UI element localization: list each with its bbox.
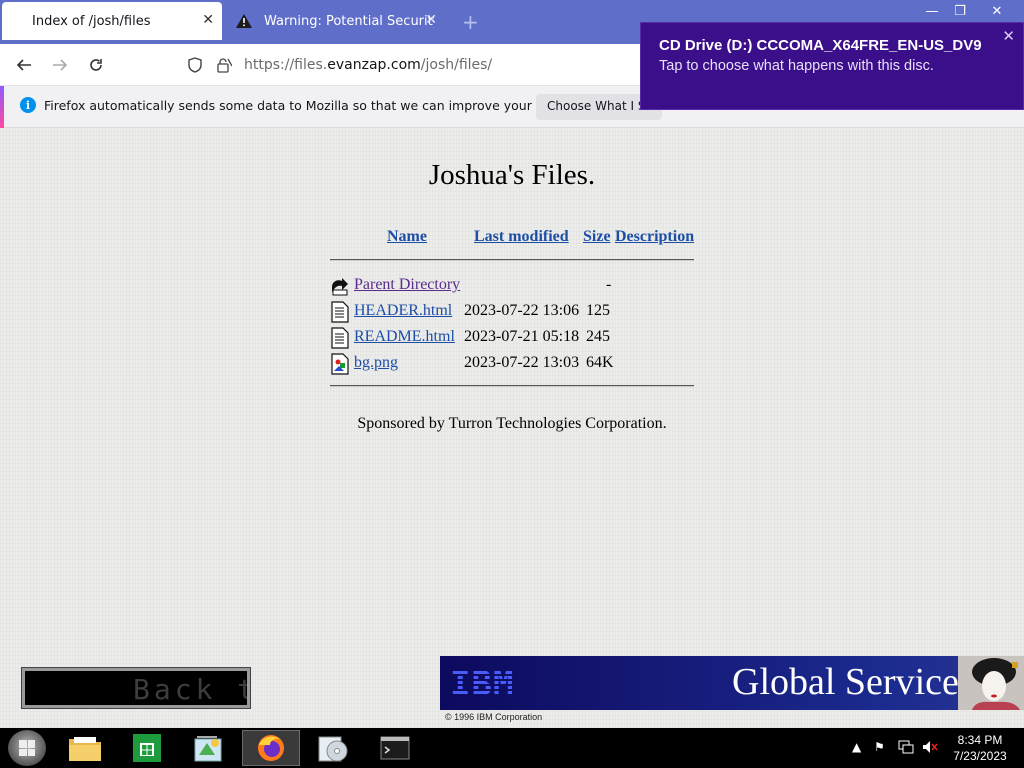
clock-date: 7/23/2023: [953, 749, 1007, 763]
file-date: 2023-07-21 05:18: [464, 328, 580, 345]
geisha-portrait-icon: [958, 656, 1024, 710]
forward-arrow-icon[interactable]: [49, 54, 71, 76]
close-icon[interactable]: ✕: [1002, 27, 1015, 45]
flag-icon[interactable]: ⚑: [874, 740, 885, 754]
file-date: 2023-07-22 13:03: [464, 354, 580, 371]
file-link[interactable]: Parent Directory: [354, 276, 460, 294]
divider: [330, 385, 694, 387]
file-size: -: [606, 276, 612, 293]
image-file-icon: [331, 353, 349, 375]
back-arrow-icon[interactable]: [13, 54, 35, 76]
table-row: bg.png 2023-07-22 13:03 64K: [330, 352, 694, 376]
page-title: Joshua's Files.: [428, 159, 596, 191]
file-link[interactable]: README.html: [354, 328, 455, 346]
text-file-icon: [331, 301, 349, 323]
tab-security-warning[interactable]: Warning: Potential Security Risk ✕: [228, 2, 443, 40]
close-icon[interactable]: ✕: [425, 12, 437, 28]
url-text: https://files.evanzap.com/josh/files/: [244, 57, 493, 73]
column-header-size[interactable]: Size: [583, 228, 611, 246]
terminal-icon[interactable]: [366, 730, 424, 766]
column-header-name[interactable]: Name: [387, 228, 427, 246]
file-size: 64K: [586, 354, 614, 371]
windows-logo-icon: [19, 740, 35, 756]
tab-index-josh-files[interactable]: Index of /josh/files ✕: [2, 2, 222, 40]
file-link[interactable]: bg.png: [354, 354, 398, 372]
banner-text: Global Services: [732, 661, 974, 703]
info-icon: i: [20, 97, 36, 113]
column-header-last-modified[interactable]: Last modified: [474, 228, 569, 246]
plus-icon[interactable]: +: [462, 10, 479, 34]
notification-stripe: [0, 86, 4, 128]
network-icon[interactable]: [898, 740, 914, 757]
volume-muted-icon[interactable]: [922, 740, 938, 757]
table-row: Parent Directory -: [330, 274, 694, 298]
tab-title: Warning: Potential Security Risk: [264, 13, 434, 29]
sponsor-text: Sponsored by Turron Technologies Corpora…: [357, 415, 667, 432]
divider: [330, 259, 694, 261]
text-file-icon: [331, 327, 349, 349]
notification-message: Firefox automatically sends some data to…: [44, 98, 610, 113]
firefox-icon[interactable]: [242, 730, 300, 766]
taskbar: ▲ ⚑ 8:34 PM 7/23/2023: [0, 728, 1024, 768]
system-clock[interactable]: 8:34 PM 7/23/2023: [942, 732, 1018, 764]
back-marquee[interactable]: Back t: [21, 667, 251, 709]
tab-title: Index of /josh/files: [32, 13, 151, 29]
url-bar[interactable]: https://files.evanzap.com/josh/files/: [178, 50, 648, 80]
ibm-logo: IBM: [450, 664, 515, 704]
cd-drive-notification[interactable]: CD Drive (D:) CCCOMA_X64FRE_EN-US_DV9 Ta…: [640, 22, 1024, 110]
toast-message: Tap to choose what happens with this dis…: [659, 58, 934, 74]
toast-title: CD Drive (D:) CCCOMA_X64FRE_EN-US_DV9: [659, 37, 982, 54]
marquee-text: Back t: [133, 673, 250, 706]
file-explorer-icon[interactable]: [56, 730, 114, 766]
file-size: 125: [586, 302, 610, 319]
start-button[interactable]: [8, 730, 46, 766]
file-link[interactable]: HEADER.html: [354, 302, 452, 320]
ibm-copyright: © 1996 IBM Corporation: [445, 712, 543, 722]
page-content: Joshua's Files. Name Last modified Size …: [0, 128, 1024, 728]
warning-icon: [236, 14, 252, 28]
disc-burner-icon[interactable]: [304, 730, 362, 766]
file-size: 245: [586, 328, 610, 345]
clock-time: 8:34 PM: [957, 733, 1003, 747]
restore-icon[interactable]: ❐: [946, 0, 974, 22]
table-row: HEADER.html 2023-07-22 13:06 125: [330, 300, 694, 324]
minimize-icon[interactable]: —: [918, 0, 946, 22]
lock-warning-icon[interactable]: [216, 57, 232, 73]
column-header-description[interactable]: Description: [615, 228, 694, 246]
show-hidden-icons[interactable]: ▲: [852, 740, 861, 754]
shield-icon[interactable]: [188, 57, 202, 73]
file-date: 2023-07-22 13:06: [464, 302, 580, 319]
back-folder-icon: [332, 278, 348, 296]
ibm-banner[interactable]: IBM Global Services: [440, 656, 1024, 710]
control-panel-icon[interactable]: [180, 730, 238, 766]
store-icon[interactable]: [118, 730, 176, 766]
close-icon[interactable]: ✕: [202, 12, 214, 28]
window-close-icon[interactable]: ✕: [974, 0, 1020, 22]
table-row: README.html 2023-07-21 05:18 245: [330, 326, 694, 350]
reload-icon[interactable]: [85, 54, 107, 76]
